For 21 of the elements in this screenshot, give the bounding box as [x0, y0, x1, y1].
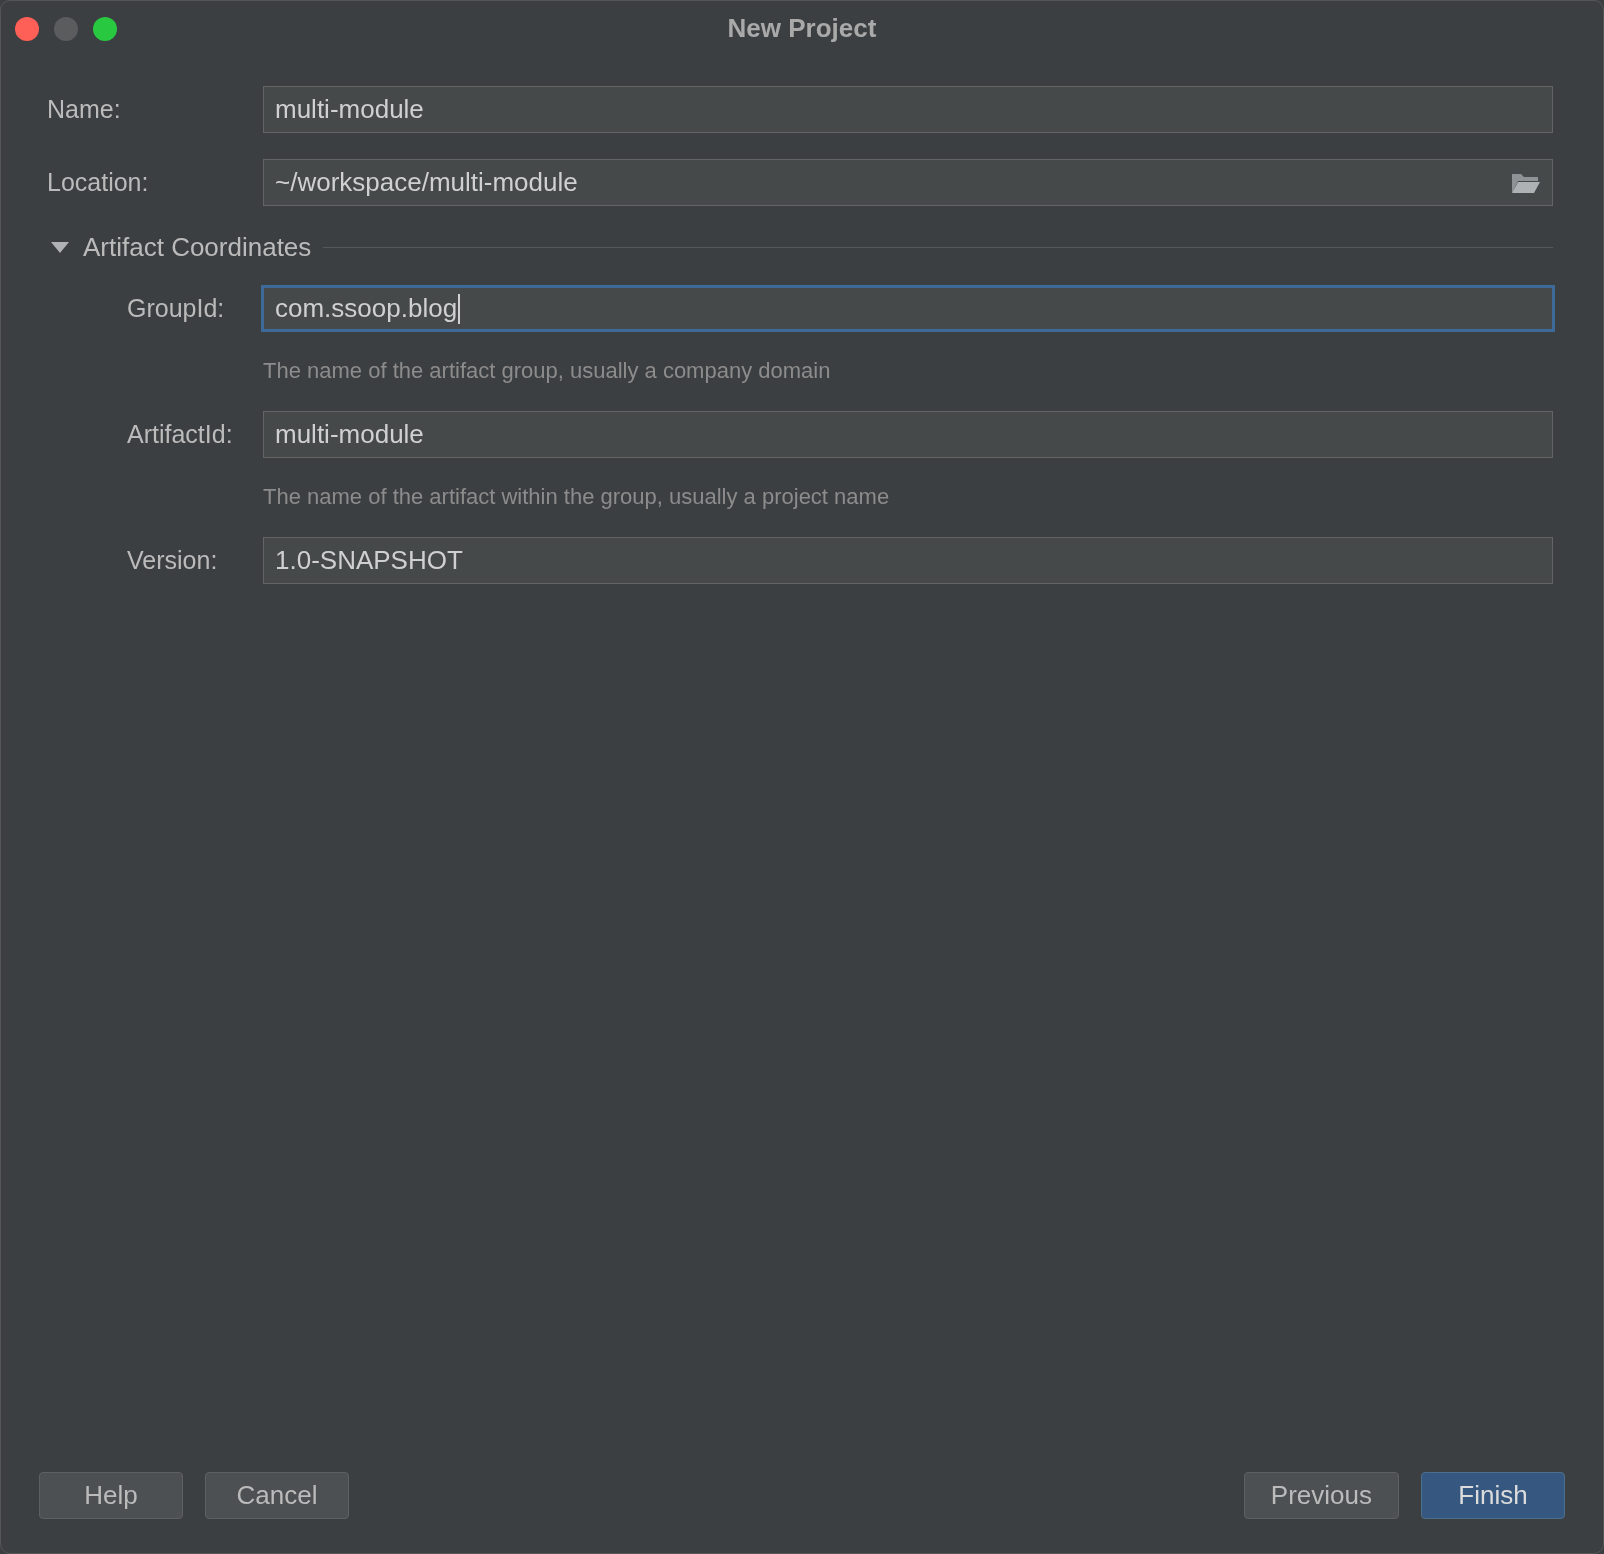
dialog-button[interactable]: Finish — [1421, 1472, 1565, 1519]
field-label: GroupId: — [127, 292, 226, 324]
field-label: Location: — [47, 166, 150, 198]
field-label: ArtifactId: — [127, 418, 234, 450]
dialog-button[interactable]: Cancel — [205, 1472, 349, 1519]
text-field[interactable]: 1.0-SNAPSHOT — [263, 537, 1553, 584]
text-field[interactable]: multi-module — [263, 411, 1553, 458]
dialog-button[interactable]: Help — [39, 1472, 183, 1519]
zoom-window-button[interactable] — [93, 17, 117, 41]
dialog-button[interactable]: Previous — [1243, 1472, 1399, 1519]
window-title: New Project — [727, 12, 877, 45]
field-label: Name: — [47, 93, 122, 125]
close-window-button[interactable] — [15, 17, 39, 41]
field-label: Version: — [127, 544, 219, 576]
expand-triangle-icon[interactable] — [51, 241, 69, 254]
text-field[interactable]: multi-module — [263, 86, 1553, 133]
field-hint: The name of the artifact group, usually a company domain — [262, 357, 832, 385]
text-field[interactable]: ~/workspace/multi-module — [263, 159, 1553, 206]
text-field[interactable]: com.ssoop.blog — [261, 285, 1555, 332]
field-hint: The name of the artifact within the group, usually a project name — [262, 483, 891, 511]
section-toggle[interactable]: Artifact Coordinates — [51, 228, 312, 267]
